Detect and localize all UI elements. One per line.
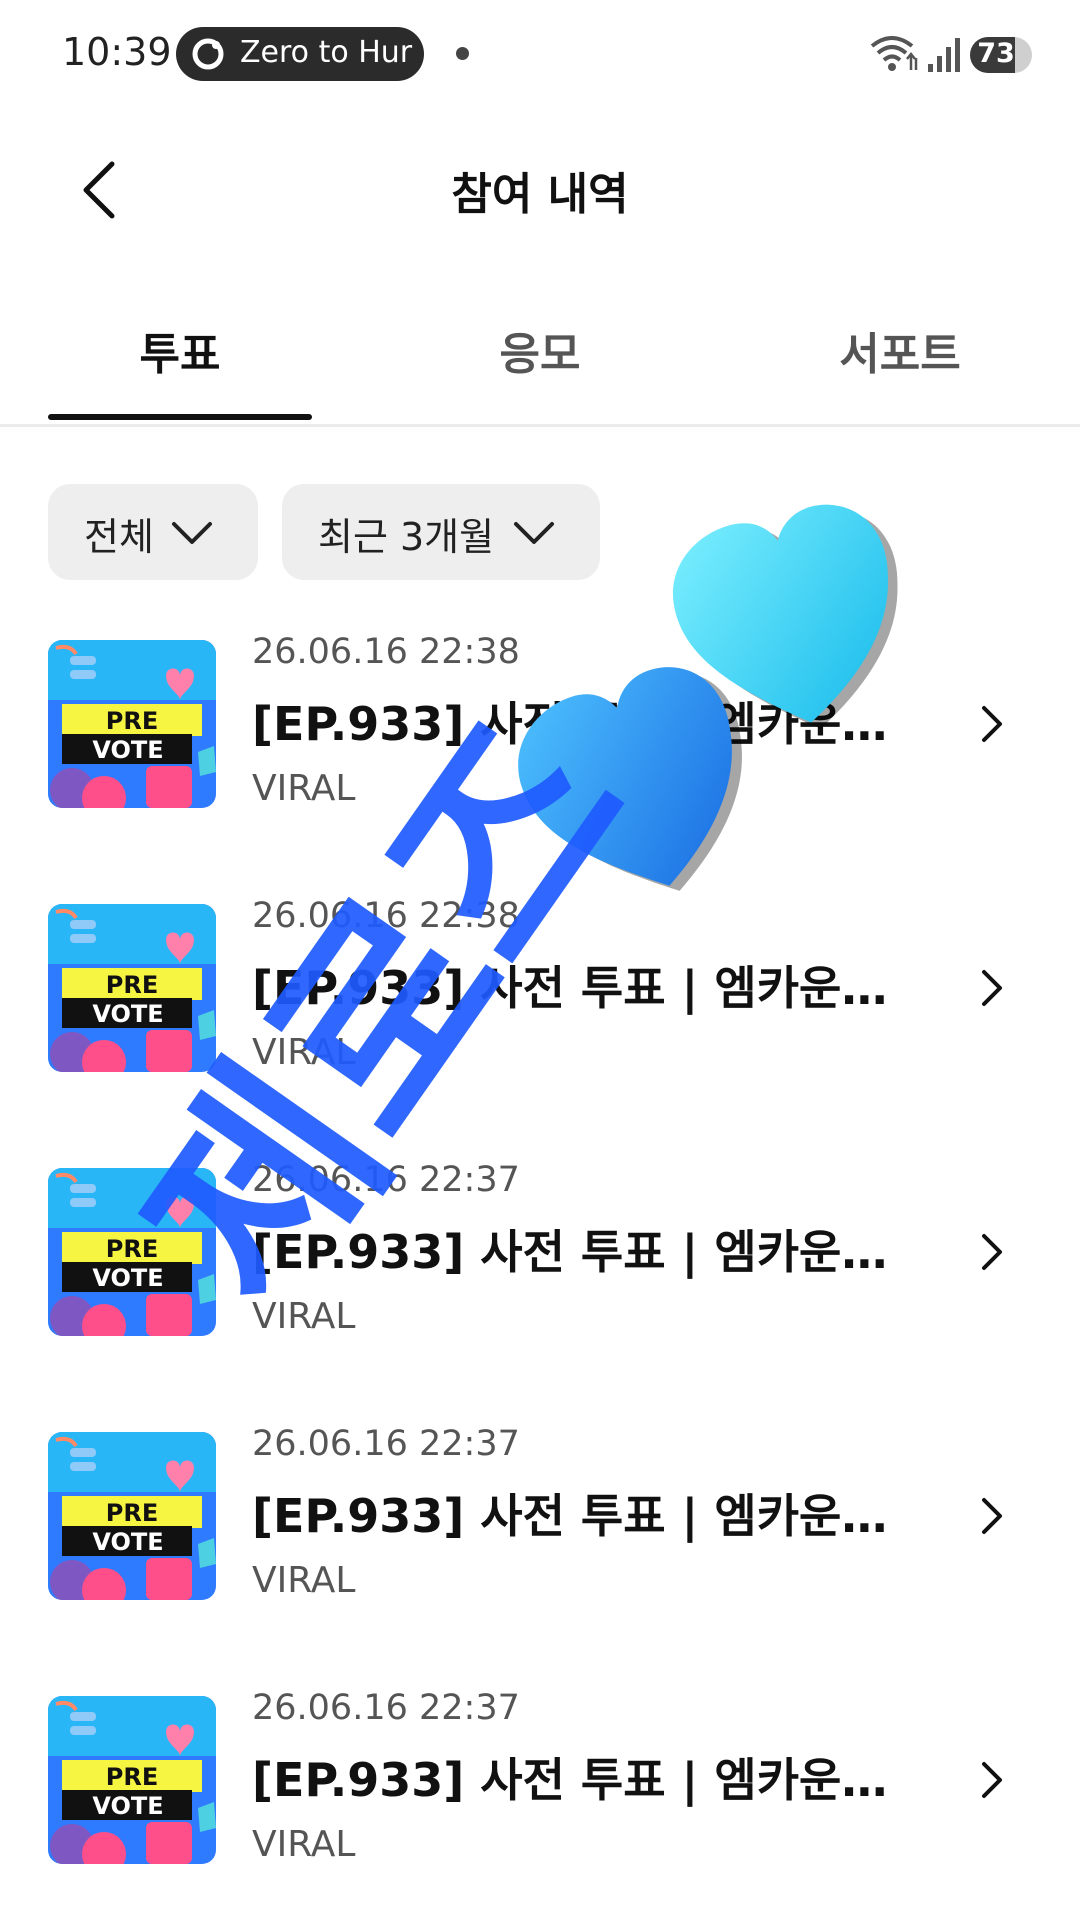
svg-text:VOTE: VOTE: [92, 1000, 163, 1028]
svg-text:VOTE: VOTE: [92, 1264, 163, 1292]
item-date: 26.06.16 22:38: [252, 632, 520, 672]
svg-text:PRE: PRE: [106, 707, 158, 735]
item-date: 26.06.16 22:37: [252, 1160, 520, 1200]
svg-text:VOTE: VOTE: [92, 736, 163, 764]
item-category: VIRAL: [252, 1560, 356, 1601]
media-chip-label: Zero to Hur: [240, 35, 413, 70]
item-date: 26.06.16 22:37: [252, 1688, 520, 1728]
svg-text:PRE: PRE: [106, 1235, 158, 1263]
item-title: [EP.933] 사전 투표 | 엠카운트다운 사전 투표: [252, 1225, 922, 1279]
page-title: 참여 내역: [451, 169, 629, 220]
list-item[interactable]: PRE VOTE 26.06.16 22:37 [EP.933] 사전 투표 |…: [0, 1688, 1080, 1906]
item-category: VIRAL: [252, 768, 356, 809]
filter-status-label: 전체: [84, 515, 154, 559]
status-bar: 10:39 Zero to Hur 73: [0, 0, 1080, 110]
list-item[interactable]: PRE VOTE 26.06.16 22:37 [EP.933] 사전 투표 |…: [0, 1424, 1080, 1642]
svg-text:PRE: PRE: [106, 1763, 158, 1791]
tab-bar: 투표 응모 서포트: [0, 300, 1080, 427]
tab-apply[interactable]: 응모: [380, 318, 700, 382]
pre-vote-thumbnail: PRE VOTE: [48, 1168, 216, 1336]
item-title: [EP.933] 사전 투표 | 엠카운트다운 사전 투표: [252, 697, 922, 751]
item-date: 26.06.16 22:37: [252, 1424, 520, 1464]
battery-level: 73: [977, 38, 1015, 69]
chevron-down-icon: [514, 522, 554, 544]
list-item[interactable]: PRE VOTE 26.06.16 22:37 [EP.933] 사전 투표 |…: [0, 1160, 1080, 1378]
svg-text:PRE: PRE: [106, 971, 158, 999]
filter-status-dropdown[interactable]: 전체: [48, 484, 258, 580]
svg-text:VOTE: VOTE: [92, 1792, 163, 1820]
item-date: 26.06.16 22:38: [252, 896, 520, 936]
tab-support[interactable]: 서포트: [740, 318, 1060, 382]
notification-dot-icon: [456, 47, 469, 60]
filter-period-dropdown[interactable]: 최근 3개월: [282, 484, 600, 580]
media-chip[interactable]: Zero to Hur: [176, 27, 424, 81]
active-tab-indicator: [48, 414, 312, 420]
item-title: [EP.933] 사전 투표 | 엠카운트다운 사전 투표: [252, 961, 922, 1015]
list-item[interactable]: PRE VOTE 26.06.16 22:38 [EP.933] 사전 투표 |…: [0, 632, 1080, 850]
chevron-right-icon: [982, 706, 1002, 742]
item-category: VIRAL: [252, 1296, 356, 1337]
chevron-right-icon: [982, 1498, 1002, 1534]
wifi-icon: [870, 36, 918, 71]
chevron-down-icon: [172, 522, 212, 544]
svg-text:VOTE: VOTE: [92, 1528, 163, 1556]
battery-indicator: 73: [970, 37, 1032, 73]
filter-period-label: 최근 3개월: [318, 515, 495, 559]
item-title: [EP.933] 사전 투표 | 엠카운트다운 사전 투표: [252, 1753, 922, 1807]
list-item[interactable]: PRE VOTE 26.06.16 22:38 [EP.933] 사전 투표 |…: [0, 896, 1080, 1114]
status-time: 10:39: [62, 30, 172, 74]
tab-vote[interactable]: 투표: [20, 318, 340, 382]
pre-vote-thumbnail: PRE VOTE: [48, 1432, 216, 1600]
svg-text:PRE: PRE: [106, 1499, 158, 1527]
item-title: [EP.933] 사전 투표 | 엠카운트다운 사전 투표: [252, 1489, 922, 1543]
chevron-right-icon: [982, 1762, 1002, 1798]
item-category: VIRAL: [252, 1824, 356, 1865]
pre-vote-thumbnail: PRE VOTE: [48, 1696, 216, 1864]
pre-vote-thumbnail: PRE VOTE: [48, 640, 216, 808]
app-header: 참여 내역: [0, 120, 1080, 260]
chevron-right-icon: [982, 1234, 1002, 1270]
signal-icon: [928, 38, 960, 72]
music-note-icon: [192, 38, 224, 70]
chevron-right-icon: [982, 970, 1002, 1006]
item-category: VIRAL: [252, 1032, 356, 1073]
pre-vote-thumbnail: PRE VOTE: [48, 904, 216, 1072]
